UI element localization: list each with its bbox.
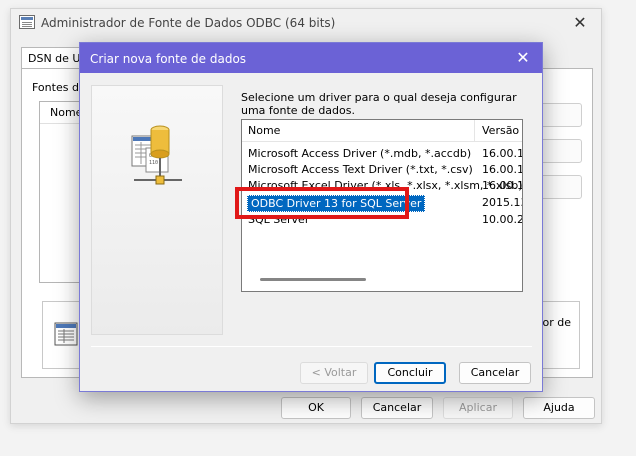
horizontal-scrollbar-thumb[interactable]	[260, 278, 366, 281]
driver-list-header: Nome Versão	[242, 120, 522, 142]
ok-button[interactable]: OK	[281, 397, 351, 419]
panel-label: Fontes de	[32, 81, 86, 94]
driver-name: Microsoft Access Text Driver (*.txt, *.c…	[248, 163, 473, 176]
data-source-icon	[54, 322, 78, 346]
driver-version: 16.00.15	[482, 147, 522, 160]
help-button[interactable]: Ajuda	[523, 397, 595, 419]
create-data-source-dialog: Criar nova fonte de dados ✕ 01 110	[79, 42, 543, 392]
apply-button[interactable]: Aplicar	[443, 397, 513, 419]
driver-name: Microsoft Access Driver (*.mdb, *.accdb)	[248, 147, 472, 160]
driver-row-selected[interactable]: ODBC Driver 13 for SQL Server 2015.13	[242, 195, 523, 212]
driver-version: 16.00.15	[482, 179, 522, 192]
finish-button[interactable]: Concluir	[374, 362, 446, 384]
parent-close-icon[interactable]: ✕	[567, 13, 593, 33]
driver-name: SQL Server	[248, 213, 310, 226]
database-driver-icon: 01 110	[131, 125, 182, 185]
back-button[interactable]: < Voltar	[300, 362, 368, 384]
svg-text:110: 110	[149, 160, 158, 166]
dialog-titlebar: Criar nova fonte de dados ✕	[80, 43, 542, 73]
driver-row[interactable]: Microsoft Access Text Driver (*.txt, *.c…	[242, 162, 522, 178]
parent-cancel-button[interactable]: Cancelar	[361, 397, 433, 419]
dialog-separator	[91, 346, 532, 347]
parent-window-title: Administrador de Fonte de Dados ODBC (64…	[41, 16, 336, 30]
driver-version: 10.00.22	[482, 213, 522, 226]
driver-row[interactable]: SQL Server 10.00.22	[242, 212, 522, 228]
driver-row[interactable]: Microsoft Excel Driver (*.xls, *.xlsx, *…	[242, 178, 522, 194]
parent-titlebar: Administrador de Fonte de Dados ODBC (64…	[11, 9, 601, 37]
dialog-close-icon[interactable]: ✕	[510, 46, 536, 70]
column-header-name[interactable]: Nome	[248, 124, 280, 137]
instruction-text: Selecione um driver para o qual deseja c…	[241, 91, 517, 117]
odbc-app-icon	[19, 15, 35, 29]
driver-name: ODBC Driver 13 for SQL Server	[247, 195, 426, 212]
driver-row[interactable]: Microsoft Access Driver (*.mdb, *.accdb)…	[242, 146, 522, 162]
dialog-title: Criar nova fonte de dados	[90, 52, 247, 66]
column-header-version[interactable]: Versão	[482, 124, 519, 137]
dialog-cancel-button[interactable]: Cancelar	[459, 362, 531, 384]
column-divider[interactable]	[474, 120, 475, 142]
wizard-side-image: 01 110	[91, 85, 223, 335]
driver-list[interactable]: Nome Versão Microsoft Access Driver (*.m…	[241, 119, 523, 292]
driver-version: 2015.13	[482, 196, 523, 209]
driver-version: 16.00.15	[482, 163, 522, 176]
